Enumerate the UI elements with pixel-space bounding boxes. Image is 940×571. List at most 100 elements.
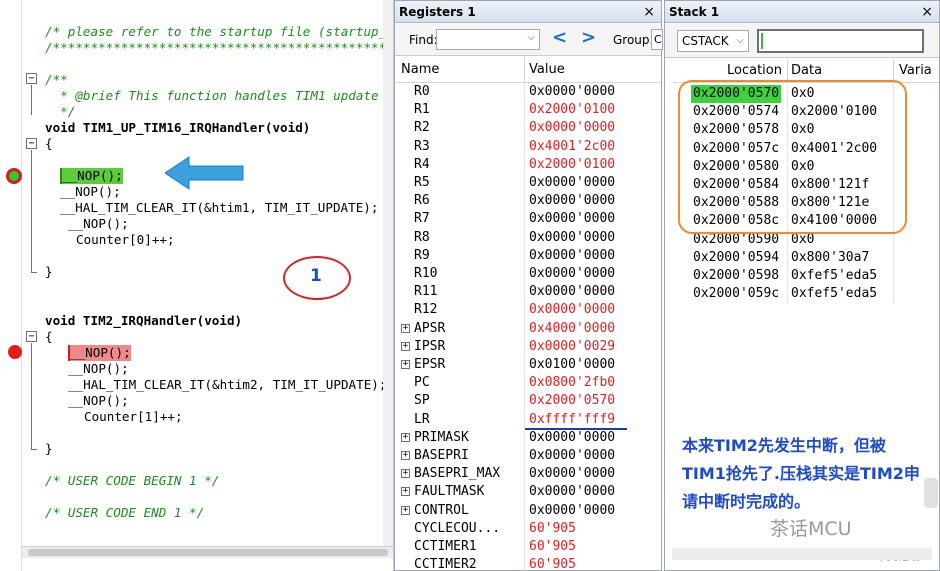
expand-icon[interactable]: + bbox=[401, 341, 410, 351]
column-header-value[interactable]: Value bbox=[529, 62, 565, 77]
register-row[interactable]: + FAULTMASK 0x0000'0000 bbox=[395, 483, 661, 501]
stack-selector[interactable]: CSTACK ⌵ bbox=[677, 30, 749, 52]
register-row[interactable]: R1 0x2000'0100 bbox=[395, 101, 661, 119]
code-line[interactable]: Counter[1]++; bbox=[84, 409, 183, 425]
expand-icon[interactable]: + bbox=[401, 487, 410, 497]
register-value[interactable]: 0x0000'0000 bbox=[529, 283, 615, 301]
register-row[interactable]: LR 0xffff'fff9 bbox=[395, 411, 661, 429]
register-value[interactable]: 0x0000'0000 bbox=[529, 192, 615, 210]
register-value[interactable]: 0x0100'0000 bbox=[529, 356, 615, 374]
code-line[interactable]: __NOP(); bbox=[60, 184, 121, 200]
code-editor[interactable]: − − − /* please refer to the startup fil… bbox=[0, 0, 394, 571]
code-line[interactable]: __HAL_TIM_CLEAR_IT(&htim1, TIM_IT_UPDATE… bbox=[60, 200, 378, 216]
code-line[interactable]: __NOP(); bbox=[68, 393, 129, 409]
find-previous-icon[interactable]: < bbox=[552, 27, 567, 48]
chevron-down-icon[interactable]: ⌵ bbox=[736, 31, 744, 51]
breakpoint-icon[interactable] bbox=[8, 345, 22, 359]
code-line[interactable]: * @brief This function handles TIM1 upda… bbox=[45, 88, 393, 104]
register-value[interactable]: 0x0000'0000 bbox=[529, 502, 615, 520]
expand-icon[interactable]: + bbox=[401, 432, 410, 442]
fold-toggle-icon[interactable]: − bbox=[26, 73, 37, 84]
register-value[interactable]: 0x0000'0000 bbox=[529, 247, 615, 265]
register-value[interactable]: 0x0000'0000 bbox=[529, 229, 615, 247]
code-line[interactable]: __NOP(); bbox=[68, 361, 129, 377]
stack-data[interactable]: 0x800'30a7 bbox=[791, 249, 869, 267]
code-line[interactable]: /** bbox=[45, 72, 68, 88]
register-row[interactable]: R6 0x0000'0000 bbox=[395, 192, 661, 210]
editor-horizontal-scrollbar[interactable] bbox=[22, 546, 393, 558]
find-input[interactable]: ⌵ bbox=[436, 29, 540, 50]
code-line[interactable]: { bbox=[45, 329, 53, 345]
register-row[interactable]: R0 0x0000'0000 bbox=[395, 83, 661, 101]
stack-row[interactable]: 0x2000'0598 0xfef5'eda5 bbox=[673, 267, 933, 285]
register-row[interactable]: + BASEPRI 0x0000'0000 bbox=[395, 447, 661, 465]
register-row[interactable]: R11 0x0000'0000 bbox=[395, 283, 661, 301]
register-value[interactable]: 0x0000'0000 bbox=[529, 447, 615, 465]
register-row[interactable]: R10 0x0000'0000 bbox=[395, 265, 661, 283]
column-header-location[interactable]: Location bbox=[727, 63, 782, 78]
register-value[interactable]: 0x2000'0570 bbox=[529, 392, 615, 410]
close-icon[interactable]: × bbox=[921, 1, 933, 23]
code-line[interactable]: { bbox=[45, 136, 53, 152]
register-value[interactable]: 0x4001'2c00 bbox=[529, 138, 615, 156]
register-row[interactable]: R12 0x0000'0000 bbox=[395, 301, 661, 319]
register-value[interactable]: 0x0800'2fb0 bbox=[529, 374, 615, 392]
register-row[interactable]: PC 0x0800'2fb0 bbox=[395, 374, 661, 392]
expand-icon[interactable]: + bbox=[401, 360, 410, 369]
register-value[interactable]: 0x0000'0000 bbox=[529, 429, 615, 447]
register-row[interactable]: + CONTROL 0x0000'0000 bbox=[395, 502, 661, 520]
register-value[interactable]: 60'905 bbox=[529, 520, 576, 538]
register-value[interactable]: 0x0000'0029 bbox=[529, 338, 615, 356]
register-row[interactable]: R9 0x0000'0000 bbox=[395, 247, 661, 265]
register-row[interactable]: CYCLECOU... 60'905 bbox=[395, 520, 661, 538]
register-row[interactable]: + IPSR 0x0000'0029 bbox=[395, 338, 661, 356]
function-signature-tim2[interactable]: void TIM2_IRQHandler(void) bbox=[45, 313, 242, 329]
expand-icon[interactable]: + bbox=[401, 505, 410, 515]
register-value[interactable]: 0x0000'0000 bbox=[529, 210, 615, 228]
stack-data[interactable]: 0xfef5'eda5 bbox=[791, 285, 877, 303]
function-signature-tim1[interactable]: void TIM1_UP_TIM16_IRQHandler(void) bbox=[45, 120, 310, 136]
register-row[interactable]: + BASEPRI_MAX 0x0000'0000 bbox=[395, 465, 661, 483]
register-row[interactable]: R8 0x0000'0000 bbox=[395, 229, 661, 247]
register-row[interactable]: + APSR 0x4000'0000 bbox=[395, 320, 661, 338]
code-line[interactable]: */ bbox=[45, 104, 75, 120]
expand-icon[interactable]: + bbox=[401, 323, 410, 333]
column-header-variable[interactable]: Varia bbox=[899, 63, 932, 78]
chevron-down-icon[interactable]: ⌵ bbox=[527, 32, 535, 43]
register-value[interactable]: 0xffff'fff9 bbox=[529, 411, 615, 429]
register-row[interactable]: + PRIMASK 0x0000'0000 bbox=[395, 429, 661, 447]
code-line[interactable]: } bbox=[45, 441, 53, 457]
register-value[interactable]: 0x0000'0000 bbox=[529, 174, 615, 192]
code-line[interactable]: /* please refer to the startup file (sta… bbox=[45, 24, 393, 40]
register-value[interactable]: 60'905 bbox=[529, 538, 576, 556]
editor-vertical-scrollbar[interactable] bbox=[383, 0, 393, 546]
register-row[interactable]: CCTIMER2 60'905 bbox=[395, 556, 661, 571]
stack-horizontal-scrollbar[interactable] bbox=[672, 548, 932, 560]
code-line[interactable]: __NOP(); bbox=[68, 216, 129, 232]
code-line[interactable]: } bbox=[45, 264, 53, 280]
breakpoint-gutter[interactable] bbox=[0, 0, 22, 571]
expand-icon[interactable]: + bbox=[401, 469, 410, 479]
group-select[interactable]: C bbox=[651, 29, 663, 50]
register-row[interactable]: R4 0x2000'0100 bbox=[395, 156, 661, 174]
code-line[interactable]: /***************************************… bbox=[45, 40, 393, 56]
close-icon[interactable]: × bbox=[643, 1, 655, 23]
find-next-icon[interactable]: > bbox=[581, 27, 596, 48]
register-row[interactable]: + EPSR 0x0100'0000 bbox=[395, 356, 661, 374]
register-row[interactable]: SP 0x2000'0570 bbox=[395, 392, 661, 410]
register-row[interactable]: R3 0x4001'2c00 bbox=[395, 138, 661, 156]
register-value[interactable]: 0x2000'0100 bbox=[529, 101, 615, 119]
register-row[interactable]: R2 0x0000'0000 bbox=[395, 119, 661, 137]
register-value[interactable]: 0x4000'0000 bbox=[529, 320, 615, 338]
code-line[interactable]: Counter[0]++; bbox=[76, 232, 175, 248]
register-row[interactable]: CCTIMER1 60'905 bbox=[395, 538, 661, 556]
code-line[interactable]: /* USER CODE BEGIN 1 */ bbox=[45, 473, 219, 489]
register-value[interactable]: 0x0000'0000 bbox=[529, 301, 615, 319]
register-value[interactable]: 0x0000'0000 bbox=[529, 83, 615, 101]
code-line[interactable]: __HAL_TIM_CLEAR_IT(&htim2, TIM_IT_UPDATE… bbox=[68, 377, 386, 393]
code-line[interactable]: /* USER CODE END 1 */ bbox=[45, 505, 204, 521]
stack-vertical-scrollbar[interactable] bbox=[924, 478, 938, 508]
current-execution-line[interactable]: __NOP(); bbox=[60, 168, 123, 184]
column-header-data[interactable]: Data bbox=[791, 63, 822, 78]
register-value[interactable]: 0x2000'0100 bbox=[529, 156, 615, 174]
